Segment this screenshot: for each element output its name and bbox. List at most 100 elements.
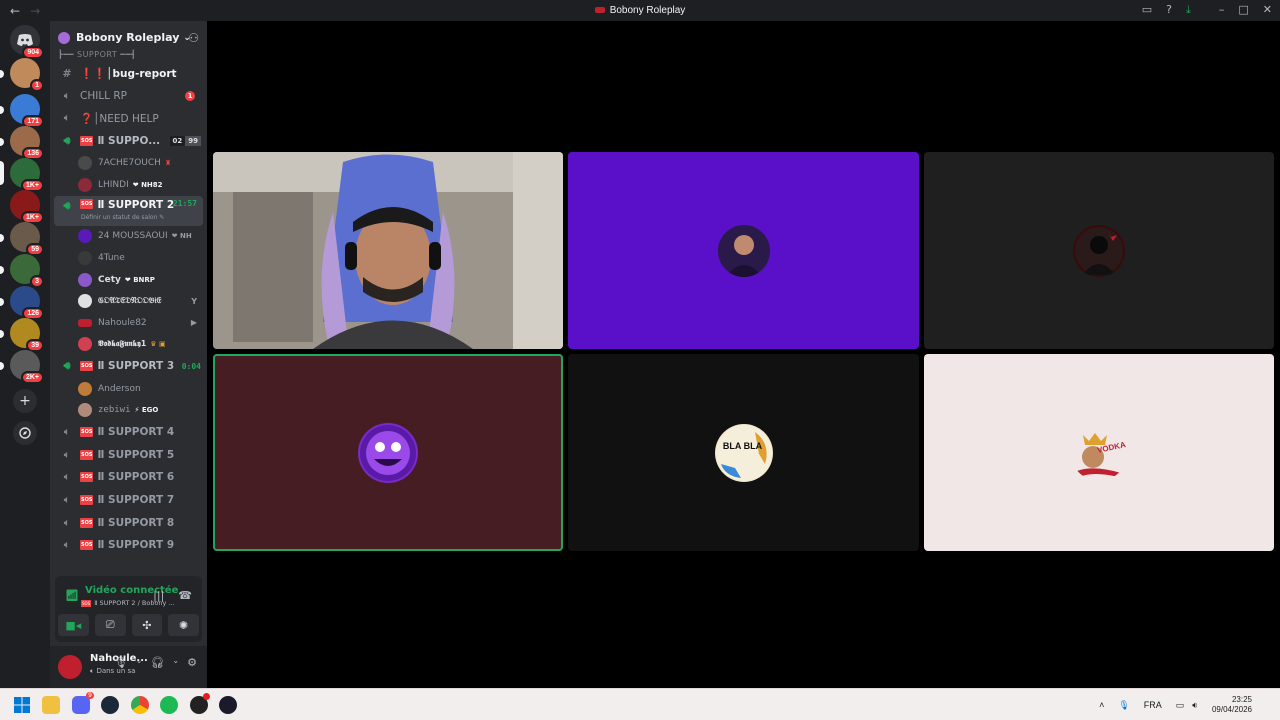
app-icon[interactable]: [190, 693, 210, 714]
guild-icon[interactable]: 1: [0, 58, 44, 92]
app-icon[interactable]: [219, 696, 237, 714]
microphone-icon[interactable]: 🎙︎: [1118, 700, 1129, 711]
discord-app-icon[interactable]: 9: [72, 692, 94, 714]
guild-icon[interactable]: 59: [0, 222, 44, 256]
disconnect-icon[interactable]: ☎: [178, 589, 192, 602]
inbox-icon[interactable]: ▭: [1142, 3, 1152, 17]
speaker-icon: 🔈︎: [63, 492, 71, 506]
role-tag: ❤ NH82: [132, 180, 163, 189]
voice-user[interactable]: 𝔊𝔒𝔄𝔗𝔈𝔇𝔑𝔒𝔒𝔅𝔦𝔈 Y: [50, 290, 207, 312]
unread-pill: [0, 70, 4, 78]
unread-pill: [0, 234, 4, 242]
channel-name: Ⅱ SUPPO...: [97, 135, 161, 148]
channel-support-8[interactable]: 🔈︎ SOS Ⅱ SUPPORT 8: [50, 511, 207, 534]
video-tile-participant[interactable]: [568, 152, 919, 349]
channel-support-5[interactable]: 🔈︎ SOS Ⅱ SUPPORT 5: [50, 444, 207, 467]
channel-support-6[interactable]: 🔈︎ SOS Ⅱ SUPPORT 6: [50, 466, 207, 489]
voice-user[interactable]: zebiwi ⚡ EGO: [50, 399, 207, 421]
speaker-icon: 🔈︎: [63, 470, 71, 484]
guild-icon[interactable]: 2K+: [0, 350, 44, 384]
settings-gear-icon[interactable]: ⚙: [187, 656, 197, 669]
chrome-icon[interactable]: [131, 696, 149, 714]
camera-button[interactable]: ■◂: [58, 614, 89, 636]
soundboard-button[interactable]: ✺: [168, 614, 199, 636]
channel-support-7[interactable]: 🔈︎ SOS Ⅱ SUPPORT 7: [50, 489, 207, 512]
voice-user[interactable]: 7ACHE7OUCH ♜: [50, 152, 207, 174]
user-limit: 99: [185, 136, 201, 147]
video-tile-participant[interactable]: [924, 152, 1274, 349]
windows-start-icon[interactable]: [13, 696, 31, 714]
speaker-active-icon: 🔊︎: [63, 134, 71, 148]
volume-icon[interactable]: 🔉︎: [1192, 700, 1198, 711]
add-member-icon[interactable]: ⚇: [188, 31, 199, 45]
discover-button[interactable]: [13, 421, 37, 445]
voice-user[interactable]: 4Tune: [50, 247, 207, 269]
language-indicator[interactable]: FRA: [1144, 700, 1162, 710]
guild-icon[interactable]: 1K+: [0, 158, 44, 192]
speaker-icon: 🔈︎: [63, 425, 71, 439]
guild-home[interactable]: 904: [10, 25, 44, 59]
sos-icon: SOS: [80, 361, 94, 372]
help-icon[interactable]: ?: [1166, 3, 1172, 17]
channel-bug-report[interactable]: # ❗❗│bug-report: [50, 62, 207, 85]
network-icon[interactable]: ▭: [1176, 700, 1185, 711]
avatar: [78, 403, 92, 418]
voice-user[interactable]: LHINDI ❤ NH82: [50, 174, 207, 196]
voice-user[interactable]: Cety ❤ BNRP: [50, 269, 207, 291]
channel-name: CHILL RP: [80, 89, 127, 102]
add-server-button[interactable]: +: [13, 389, 37, 413]
video-tile-participant[interactable]: BLA BLA: [568, 354, 919, 551]
participant-avatar: [1073, 224, 1125, 277]
voice-user[interactable]: 𝖁𝖔𝖉𝖐𝖆𝕱𝖚𝖓𝖐𝖞1 ♛ ▣: [50, 334, 207, 356]
noise-suppression-icon[interactable]: |||: [153, 589, 164, 602]
activities-button[interactable]: ✣: [131, 614, 163, 636]
call-timer: 21:57: [172, 198, 197, 208]
guild-icon[interactable]: 3: [0, 254, 44, 288]
voice-user[interactable]: Nahoule82 ▶: [50, 312, 207, 334]
spotify-icon[interactable]: [160, 696, 178, 714]
channel-support-9[interactable]: 🔈︎ SOS Ⅱ SUPPORT 9: [50, 534, 207, 557]
participant-avatar: BLA BLA: [714, 423, 773, 482]
speaker-icon: 🔈︎: [63, 447, 71, 461]
voice-user[interactable]: Anderson: [50, 378, 207, 400]
avatar[interactable]: [58, 655, 82, 679]
guild-icon[interactable]: 1K+: [10, 190, 44, 224]
video-tile-camera[interactable]: [213, 152, 563, 349]
unread-pill: [0, 330, 4, 338]
clock[interactable]: 23:25 09/04/2026: [1212, 695, 1252, 715]
chevron-up-icon[interactable]: ˄: [1099, 700, 1104, 710]
sos-icon: SOS: [80, 494, 94, 505]
guild-icon[interactable]: 171: [0, 94, 44, 128]
close-icon[interactable]: ✕: [1263, 3, 1272, 17]
channel-support-4[interactable]: 🔈︎ SOS Ⅱ SUPPORT 4: [50, 421, 207, 444]
channel-need-help[interactable]: 🔈︎ ❓│NEED HELP: [50, 107, 207, 130]
steam-icon[interactable]: [101, 696, 119, 714]
download-icon[interactable]: ⤓: [1186, 3, 1191, 17]
channel-support-3[interactable]: 🔊︎ SOS Ⅱ SUPPORT 3 0:04: [50, 355, 207, 378]
chevron-down-icon[interactable]: ⌄: [136, 656, 143, 669]
channel-support-2[interactable]: 🔊︎ SOS Ⅱ SUPPORT 2 21:57 Définir un stat…: [54, 195, 203, 226]
video-tile-speaking[interactable]: [213, 354, 563, 551]
chevron-down-icon[interactable]: ⌄: [172, 656, 179, 669]
screen-share-button[interactable]: ⎚: [94, 614, 126, 636]
channel-name: Ⅱ SUPPORT 9: [97, 539, 175, 552]
user-name: 24 MOUSSAOUI: [98, 231, 168, 242]
file-explorer-icon[interactable]: [42, 696, 60, 714]
maximize-icon[interactable]: □: [1238, 3, 1248, 17]
speaker-active-icon: 🔊︎: [63, 359, 71, 373]
video-tile-participant[interactable]: VODKA: [924, 354, 1274, 551]
headphones-icon[interactable]: 🎧︎: [150, 656, 164, 669]
channel-name: ❗❗│bug-report: [80, 67, 177, 80]
guild-icon[interactable]: 136: [0, 126, 44, 160]
guild-icon[interactable]: 126: [0, 286, 44, 320]
channel-support-1[interactable]: 🔊︎ SOS Ⅱ SUPPO... 02 99: [50, 130, 207, 153]
minimize-icon[interactable]: –: [1219, 3, 1225, 17]
user-name: Nahoule82: [98, 317, 147, 328]
category-header[interactable]: ┣━━ SUPPORT ━━┫: [58, 50, 136, 59]
avatar: [78, 156, 92, 171]
voice-user[interactable]: 24 MOUSSAOUI ❤ NH: [50, 226, 207, 248]
channel-status[interactable]: Définir un statut de salon ✎: [81, 214, 164, 221]
microphone-icon[interactable]: 🎙︎: [114, 656, 128, 669]
guild-icon[interactable]: 39: [0, 318, 44, 352]
channel-chill-rp[interactable]: 🔈︎ CHILL RP 1: [50, 85, 207, 108]
